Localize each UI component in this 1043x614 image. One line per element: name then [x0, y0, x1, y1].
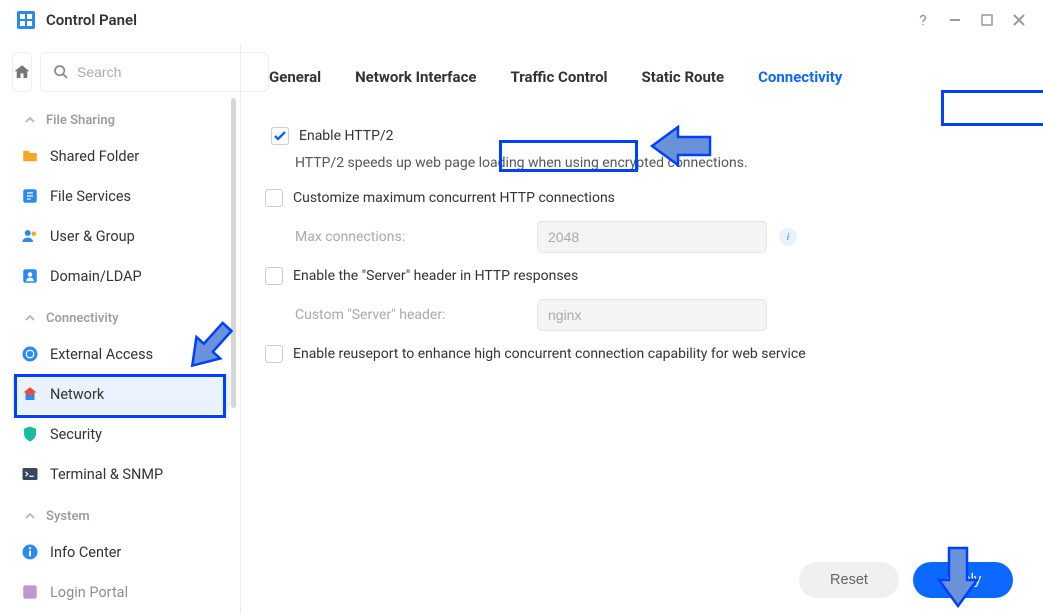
input-max-connections	[537, 221, 767, 253]
domain-icon	[20, 266, 40, 286]
label-server-header: Enable the "Server" header in HTTP respo…	[293, 268, 578, 284]
checkbox-customize-max[interactable]	[265, 189, 283, 207]
shield-icon	[20, 424, 40, 444]
sidebar-item-info-center[interactable]: Info Center	[12, 532, 230, 572]
sidebar-item-security[interactable]: Security	[12, 414, 230, 454]
sidebar-item-label: Domain/LDAP	[50, 268, 142, 285]
sidebar-item-label: Terminal & SNMP	[50, 466, 163, 483]
section-connectivity[interactable]: Connectivity	[12, 296, 230, 334]
section-file-sharing[interactable]: File Sharing	[12, 98, 230, 136]
checkbox-server-header[interactable]	[265, 267, 283, 285]
app-icon	[16, 10, 36, 30]
file-services-icon	[20, 186, 40, 206]
label-reuseport: Enable reuseport to enhance high concurr…	[293, 346, 806, 362]
sidebar-item-label: External Access	[50, 346, 153, 363]
maximize-button[interactable]	[979, 12, 995, 28]
tab-traffic-control[interactable]: Traffic Control	[506, 62, 611, 92]
sidebar-item-terminal-snmp[interactable]: Terminal & SNMP	[12, 454, 230, 494]
sidebar-item-label: Info Center	[50, 544, 121, 561]
terminal-icon	[20, 464, 40, 484]
section-label: File Sharing	[46, 113, 115, 128]
section-label: System	[46, 509, 90, 524]
sidebar-item-external-access[interactable]: External Access	[12, 334, 230, 374]
sidebar-item-label: Network	[50, 386, 104, 403]
content-pane: General Network Interface Traffic Contro…	[240, 44, 1043, 614]
folder-icon	[20, 146, 40, 166]
label-customize-max: Customize maximum concurrent HTTP connec…	[293, 190, 615, 206]
input-custom-server	[537, 299, 767, 331]
tab-general[interactable]: General	[265, 62, 325, 92]
home-button[interactable]	[12, 52, 32, 92]
search-icon	[51, 62, 71, 82]
chevron-up-icon	[20, 308, 40, 328]
tab-static-route[interactable]: Static Route	[638, 62, 729, 92]
network-icon	[20, 384, 40, 404]
scrollbar[interactable]	[231, 98, 236, 408]
section-system[interactable]: System	[12, 494, 230, 532]
close-button[interactable]	[1011, 12, 1027, 28]
http2-help-text: HTTP/2 speeds up web page loading when u…	[265, 149, 1019, 183]
sidebar-item-login-portal[interactable]: Login Portal	[12, 572, 230, 612]
users-icon	[20, 226, 40, 246]
checkbox-reuseport[interactable]	[265, 345, 283, 363]
section-label: Connectivity	[46, 311, 119, 326]
tabs: General Network Interface Traffic Contro…	[241, 44, 1043, 103]
checkbox-enable-http2[interactable]	[271, 127, 289, 145]
minimize-button[interactable]	[947, 12, 963, 28]
search-input[interactable]	[77, 64, 258, 80]
sidebar: File Sharing Shared Folder File Services…	[0, 44, 240, 614]
sidebar-item-label: User & Group	[50, 228, 135, 245]
sidebar-item-label: Security	[50, 426, 102, 443]
sidebar-item-label: Shared Folder	[50, 148, 139, 165]
sidebar-item-label: File Services	[50, 188, 131, 205]
link-icon	[20, 344, 40, 364]
help-button[interactable]	[915, 12, 931, 28]
sidebar-item-user-group[interactable]: User & Group	[12, 216, 230, 256]
tab-network-interface[interactable]: Network Interface	[351, 62, 480, 92]
sidebar-item-domain-ldap[interactable]: Domain/LDAP	[12, 256, 230, 296]
info-icon	[20, 542, 40, 562]
info-icon[interactable]: i	[779, 228, 797, 246]
sidebar-item-file-services[interactable]: File Services	[12, 176, 230, 216]
apply-button[interactable]: Apply	[913, 562, 1013, 598]
portal-icon	[20, 582, 40, 602]
search-box[interactable]	[40, 52, 269, 92]
label-enable-http2: Enable HTTP/2	[299, 128, 394, 144]
chevron-up-icon	[20, 506, 40, 526]
label-custom-server: Custom "Server" header:	[295, 307, 525, 323]
tab-connectivity[interactable]: Connectivity	[754, 62, 846, 92]
chevron-up-icon	[20, 110, 40, 130]
reset-button[interactable]: Reset	[799, 562, 899, 598]
sidebar-item-network[interactable]: Network	[12, 374, 230, 414]
sidebar-item-shared-folder[interactable]: Shared Folder	[12, 136, 230, 176]
label-max-connections: Max connections:	[295, 229, 525, 245]
sidebar-item-label: Login Portal	[50, 584, 128, 601]
app-title: Control Panel	[46, 11, 137, 29]
